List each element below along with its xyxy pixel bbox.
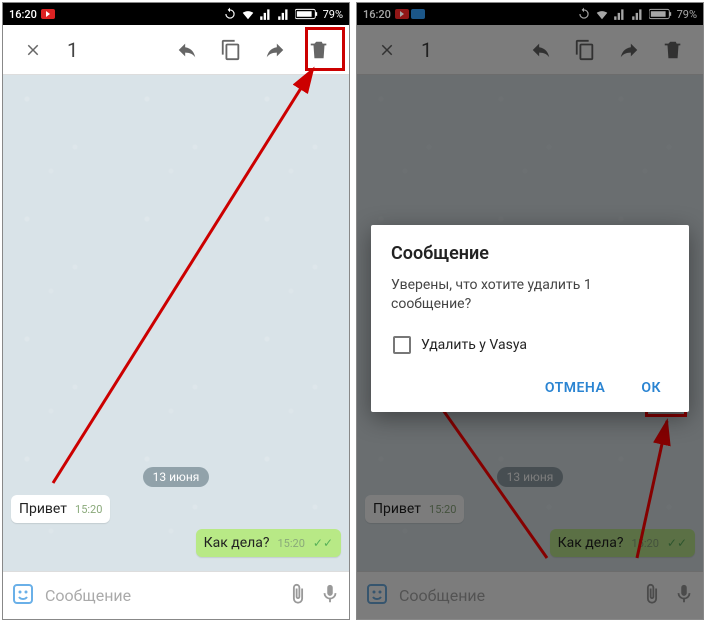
message-input[interactable]: Сообщение: [45, 586, 277, 605]
chat-area[interactable]: 13 июня Привет 15:20 Как дела? 15:20 ✓✓: [3, 75, 349, 571]
battery-icon: [295, 8, 319, 20]
read-checks-icon: ✓✓: [313, 536, 333, 550]
message-row-outgoing[interactable]: Как дела? 15:20 ✓✓: [11, 529, 341, 557]
dialog-title: Сообщение: [391, 243, 669, 264]
sync-icon: [223, 7, 237, 21]
msg-text: Как дела?: [204, 535, 270, 551]
sticker-button[interactable]: [11, 582, 35, 610]
forward-button[interactable]: [255, 30, 295, 70]
delete-dialog: Сообщение Уверены, что хотите удалить 1 …: [371, 225, 689, 412]
reply-button[interactable]: [167, 30, 207, 70]
outgoing-bubble[interactable]: Как дела? 15:20 ✓✓: [196, 529, 341, 557]
cancel-button[interactable]: ОТМЕНА: [537, 374, 613, 402]
delete-for-both-checkbox[interactable]: Удалить у Vasya: [391, 332, 669, 358]
ok-button[interactable]: ОК: [633, 374, 669, 402]
close-button[interactable]: [13, 30, 53, 70]
msg-text: Привет: [19, 501, 67, 517]
left-screenshot: 16:20 79% 1 13: [2, 2, 350, 620]
msg-time: 15:20: [277, 537, 304, 550]
mic-button[interactable]: [319, 583, 341, 609]
signal2-icon: [277, 7, 291, 21]
selection-toolbar: 1: [3, 25, 349, 75]
delete-button[interactable]: [299, 30, 339, 70]
date-separator: 13 июня: [143, 467, 210, 487]
selected-count: 1: [67, 38, 163, 62]
copy-button[interactable]: [211, 30, 251, 70]
checkbox-icon[interactable]: [393, 336, 411, 354]
incoming-bubble[interactable]: Привет 15:20: [11, 495, 110, 523]
dialog-body: Уверены, что хотите удалить 1 сообщение?: [391, 276, 669, 314]
message-row-incoming[interactable]: Привет 15:20: [11, 495, 341, 523]
message-input-bar: Сообщение: [3, 571, 349, 619]
wifi-icon: [241, 7, 255, 21]
status-time: 16:20: [9, 8, 37, 21]
statusbar: 16:20 79%: [3, 3, 349, 25]
msg-time: 15:20: [75, 503, 102, 516]
youtube-notif-icon: [41, 9, 55, 19]
battery-pct: 79%: [323, 8, 343, 21]
right-screenshot: 16:20 79% 1 13 июня Привет: [356, 2, 704, 620]
attach-button[interactable]: [287, 583, 309, 609]
checkbox-label: Удалить у Vasya: [421, 337, 527, 353]
signal-icon: [259, 7, 273, 21]
